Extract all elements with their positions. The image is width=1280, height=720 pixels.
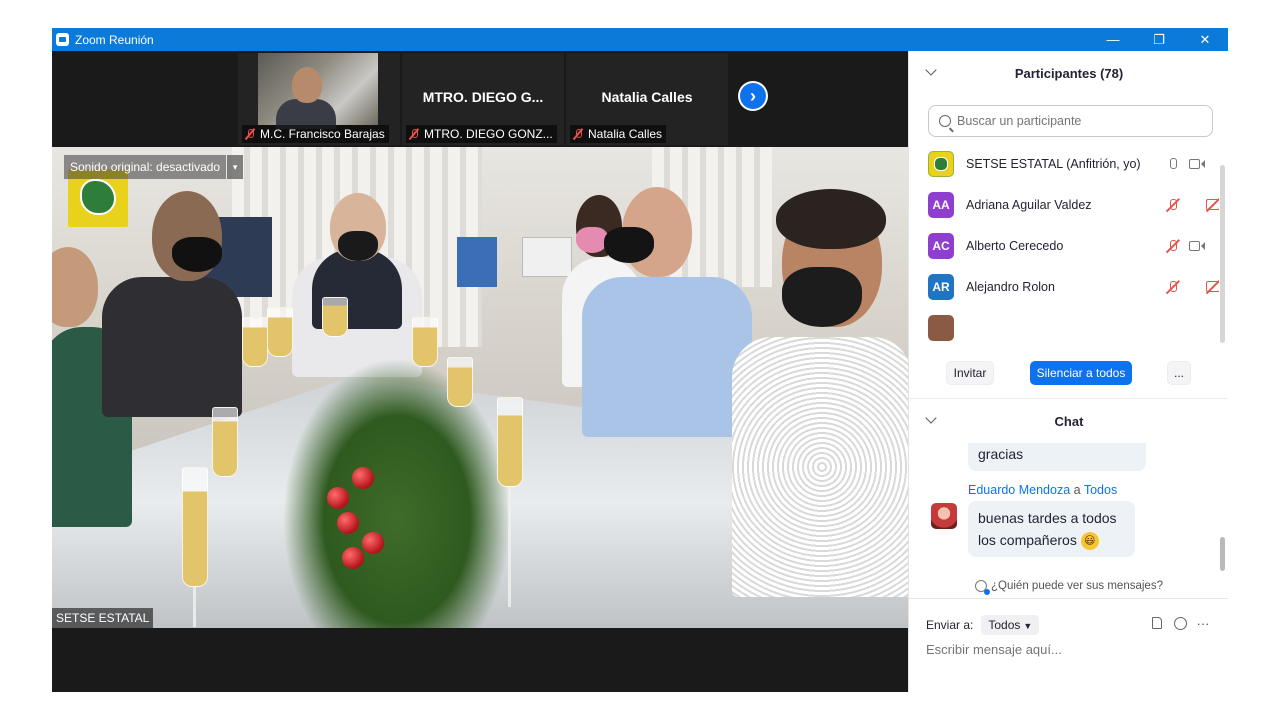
meeting-room-scene [52, 147, 908, 628]
thumbnail-label: MTRO. DIEGO GONZ... [406, 125, 557, 143]
participant-row[interactable]: SETSE ESTATAL (Anfitrión, yo) [909, 143, 1219, 184]
mic-muted-icon[interactable] [1165, 197, 1181, 213]
participant-thumbnail[interactable]: Natalia Calles Natalia Calles [566, 53, 728, 145]
send-to-dropdown[interactable]: Todos ▼ [981, 615, 1040, 635]
chat-header: Chat [909, 399, 1228, 443]
search-icon [939, 115, 951, 127]
participants-header: Participantes (78) [909, 51, 1228, 95]
invite-button[interactable]: Invitar [946, 361, 994, 385]
chat-bubble: gracias [968, 443, 1146, 471]
mic-muted-icon [572, 128, 584, 140]
window-title: Zoom Reunión [75, 32, 154, 47]
mic-muted-icon [244, 128, 256, 140]
participant-name: SETSE ESTATAL (Anfitrión, yo) [966, 156, 1141, 171]
participant-row[interactable] [909, 307, 1219, 345]
chat-sender-name[interactable]: Eduardo Mendoza [968, 483, 1070, 497]
thumbnail-label: Natalia Calles [570, 125, 667, 143]
next-page-button[interactable]: › [738, 81, 768, 111]
avatar: AA [928, 191, 954, 218]
send-to-label: Enviar a: [926, 618, 974, 632]
speaker-name-label: SETSE ESTATAL [52, 608, 154, 628]
camera-off-icon[interactable] [1205, 279, 1219, 295]
minimize-button[interactable]: — [1090, 28, 1136, 51]
chat-composer: Enviar a: Todos ▼ ··· [909, 598, 1228, 692]
camera-off-icon[interactable] [1205, 197, 1219, 213]
chat-title: Chat [1054, 413, 1084, 429]
user-visibility-icon [975, 580, 991, 595]
chat-recipient: Todos [1083, 483, 1118, 497]
participant-name: Alejandro Rolon [966, 279, 1055, 294]
chat-scrollbar[interactable] [1220, 537, 1225, 571]
title-bar: Zoom Reunión — ❐ ✕ [52, 28, 1228, 51]
avatar [928, 150, 954, 177]
thumbnail-name: MTRO. DIEGO GONZ... [424, 127, 553, 141]
restore-button[interactable]: ❐ [1136, 28, 1182, 51]
emoji-icon[interactable] [1172, 615, 1188, 631]
send-to-row: Enviar a: Todos ▼ [926, 615, 1040, 635]
more-icon[interactable]: ··· [1195, 615, 1211, 631]
participant-video [258, 53, 378, 129]
thumbnail-name: Natalia Calles [588, 127, 663, 141]
mic-muted-icon [408, 128, 420, 140]
participant-row[interactable]: AC Alberto Cerecedo [909, 225, 1219, 266]
who-can-see-text: ¿Quién puede ver sus mensajes? [991, 580, 1163, 592]
chat-messages: gracias Eduardo Mendoza a Todos buenas t… [909, 443, 1228, 573]
chat-bubble: buenas tardes a todos los compañeros 😃 [968, 501, 1135, 557]
more-button[interactable]: ... [1167, 361, 1191, 385]
chevron-down-icon: ▼ [1023, 621, 1033, 631]
camera-icon[interactable] [1189, 238, 1205, 254]
mic-icon[interactable] [1165, 156, 1181, 172]
chat-message-text: gracias [978, 446, 1024, 462]
chat-message-text: buenas tardes a todos [978, 510, 1117, 526]
avatar [931, 503, 957, 529]
thumbnail-display-name: MTRO. DIEGO G... [422, 89, 544, 105]
participant-list: SETSE ESTATAL (Anfitrión, yo) AA Adriana… [909, 143, 1219, 345]
chevron-down-icon[interactable]: ▾ [227, 155, 244, 179]
window-controls: — ❐ ✕ [1090, 28, 1228, 51]
participants-title: Participantes (78) [1014, 65, 1124, 81]
camera-icon[interactable] [1189, 156, 1205, 172]
mic-muted-icon[interactable] [1165, 238, 1181, 254]
side-panel: Participantes (78) SETSE ESTATAL (Anfitr… [908, 51, 1228, 692]
zoom-window: Zoom Reunión — ❐ ✕ M.C. Francisco Baraja… [52, 28, 1228, 692]
participant-thumbnail[interactable]: M.C. Francisco Barajas [238, 53, 400, 145]
file-icon[interactable] [1149, 615, 1165, 631]
send-to-value: Todos [988, 618, 1021, 632]
zoom-app-icon [56, 33, 69, 46]
chevron-right-icon: › [740, 83, 766, 109]
chat-message-text: los compañeros [978, 532, 1077, 548]
chevron-down-icon[interactable] [925, 412, 937, 424]
main-speaker-video[interactable]: Sonido original: desactivado ▾ SETSE EST… [52, 147, 908, 628]
thumbnail-name: M.C. Francisco Barajas [260, 127, 385, 141]
original-sound-control[interactable]: Sonido original: desactivado ▾ [64, 155, 244, 179]
avatar: AR [928, 273, 954, 300]
participant-thumbnail[interactable]: MTRO. DIEGO G... MTRO. DIEGO GONZ... [402, 53, 564, 145]
avatar: AC [928, 232, 954, 259]
participant-name: Adriana Aguilar Valdez [966, 197, 1092, 212]
original-sound-label[interactable]: Sonido original: desactivado [64, 155, 227, 179]
participant-row[interactable]: AR Alejandro Rolon [909, 266, 1219, 307]
thumbnail-display-name: Natalia Calles [601, 89, 693, 105]
mute-all-button[interactable]: Silenciar a todos [1030, 361, 1132, 385]
who-can-see-link[interactable]: ¿Quién puede ver sus mensajes? [909, 575, 1228, 597]
avatar [928, 314, 954, 341]
chat-connector: a [1073, 483, 1081, 497]
chat-sender-line: Eduardo Mendoza a Todos [968, 483, 1117, 497]
video-area: M.C. Francisco Barajas MTRO. DIEGO G... … [52, 51, 908, 692]
participant-search[interactable] [928, 105, 1213, 137]
participant-search-input[interactable] [957, 114, 1197, 128]
chevron-down-icon[interactable] [925, 64, 937, 76]
chat-message-input[interactable] [926, 642, 1216, 657]
thumbnail-strip: M.C. Francisco Barajas MTRO. DIEGO G... … [52, 51, 908, 147]
participant-row[interactable]: AA Adriana Aguilar Valdez [909, 184, 1219, 225]
participant-name: Alberto Cerecedo [966, 238, 1064, 253]
participant-actions: Invitar Silenciar a todos ... [909, 359, 1228, 389]
participant-scrollbar[interactable] [1220, 165, 1225, 343]
thumbnail-label: M.C. Francisco Barajas [242, 125, 389, 143]
close-button[interactable]: ✕ [1182, 28, 1228, 51]
grinning-face-icon: 😃 [1080, 532, 1099, 551]
mic-muted-icon[interactable] [1165, 279, 1181, 295]
